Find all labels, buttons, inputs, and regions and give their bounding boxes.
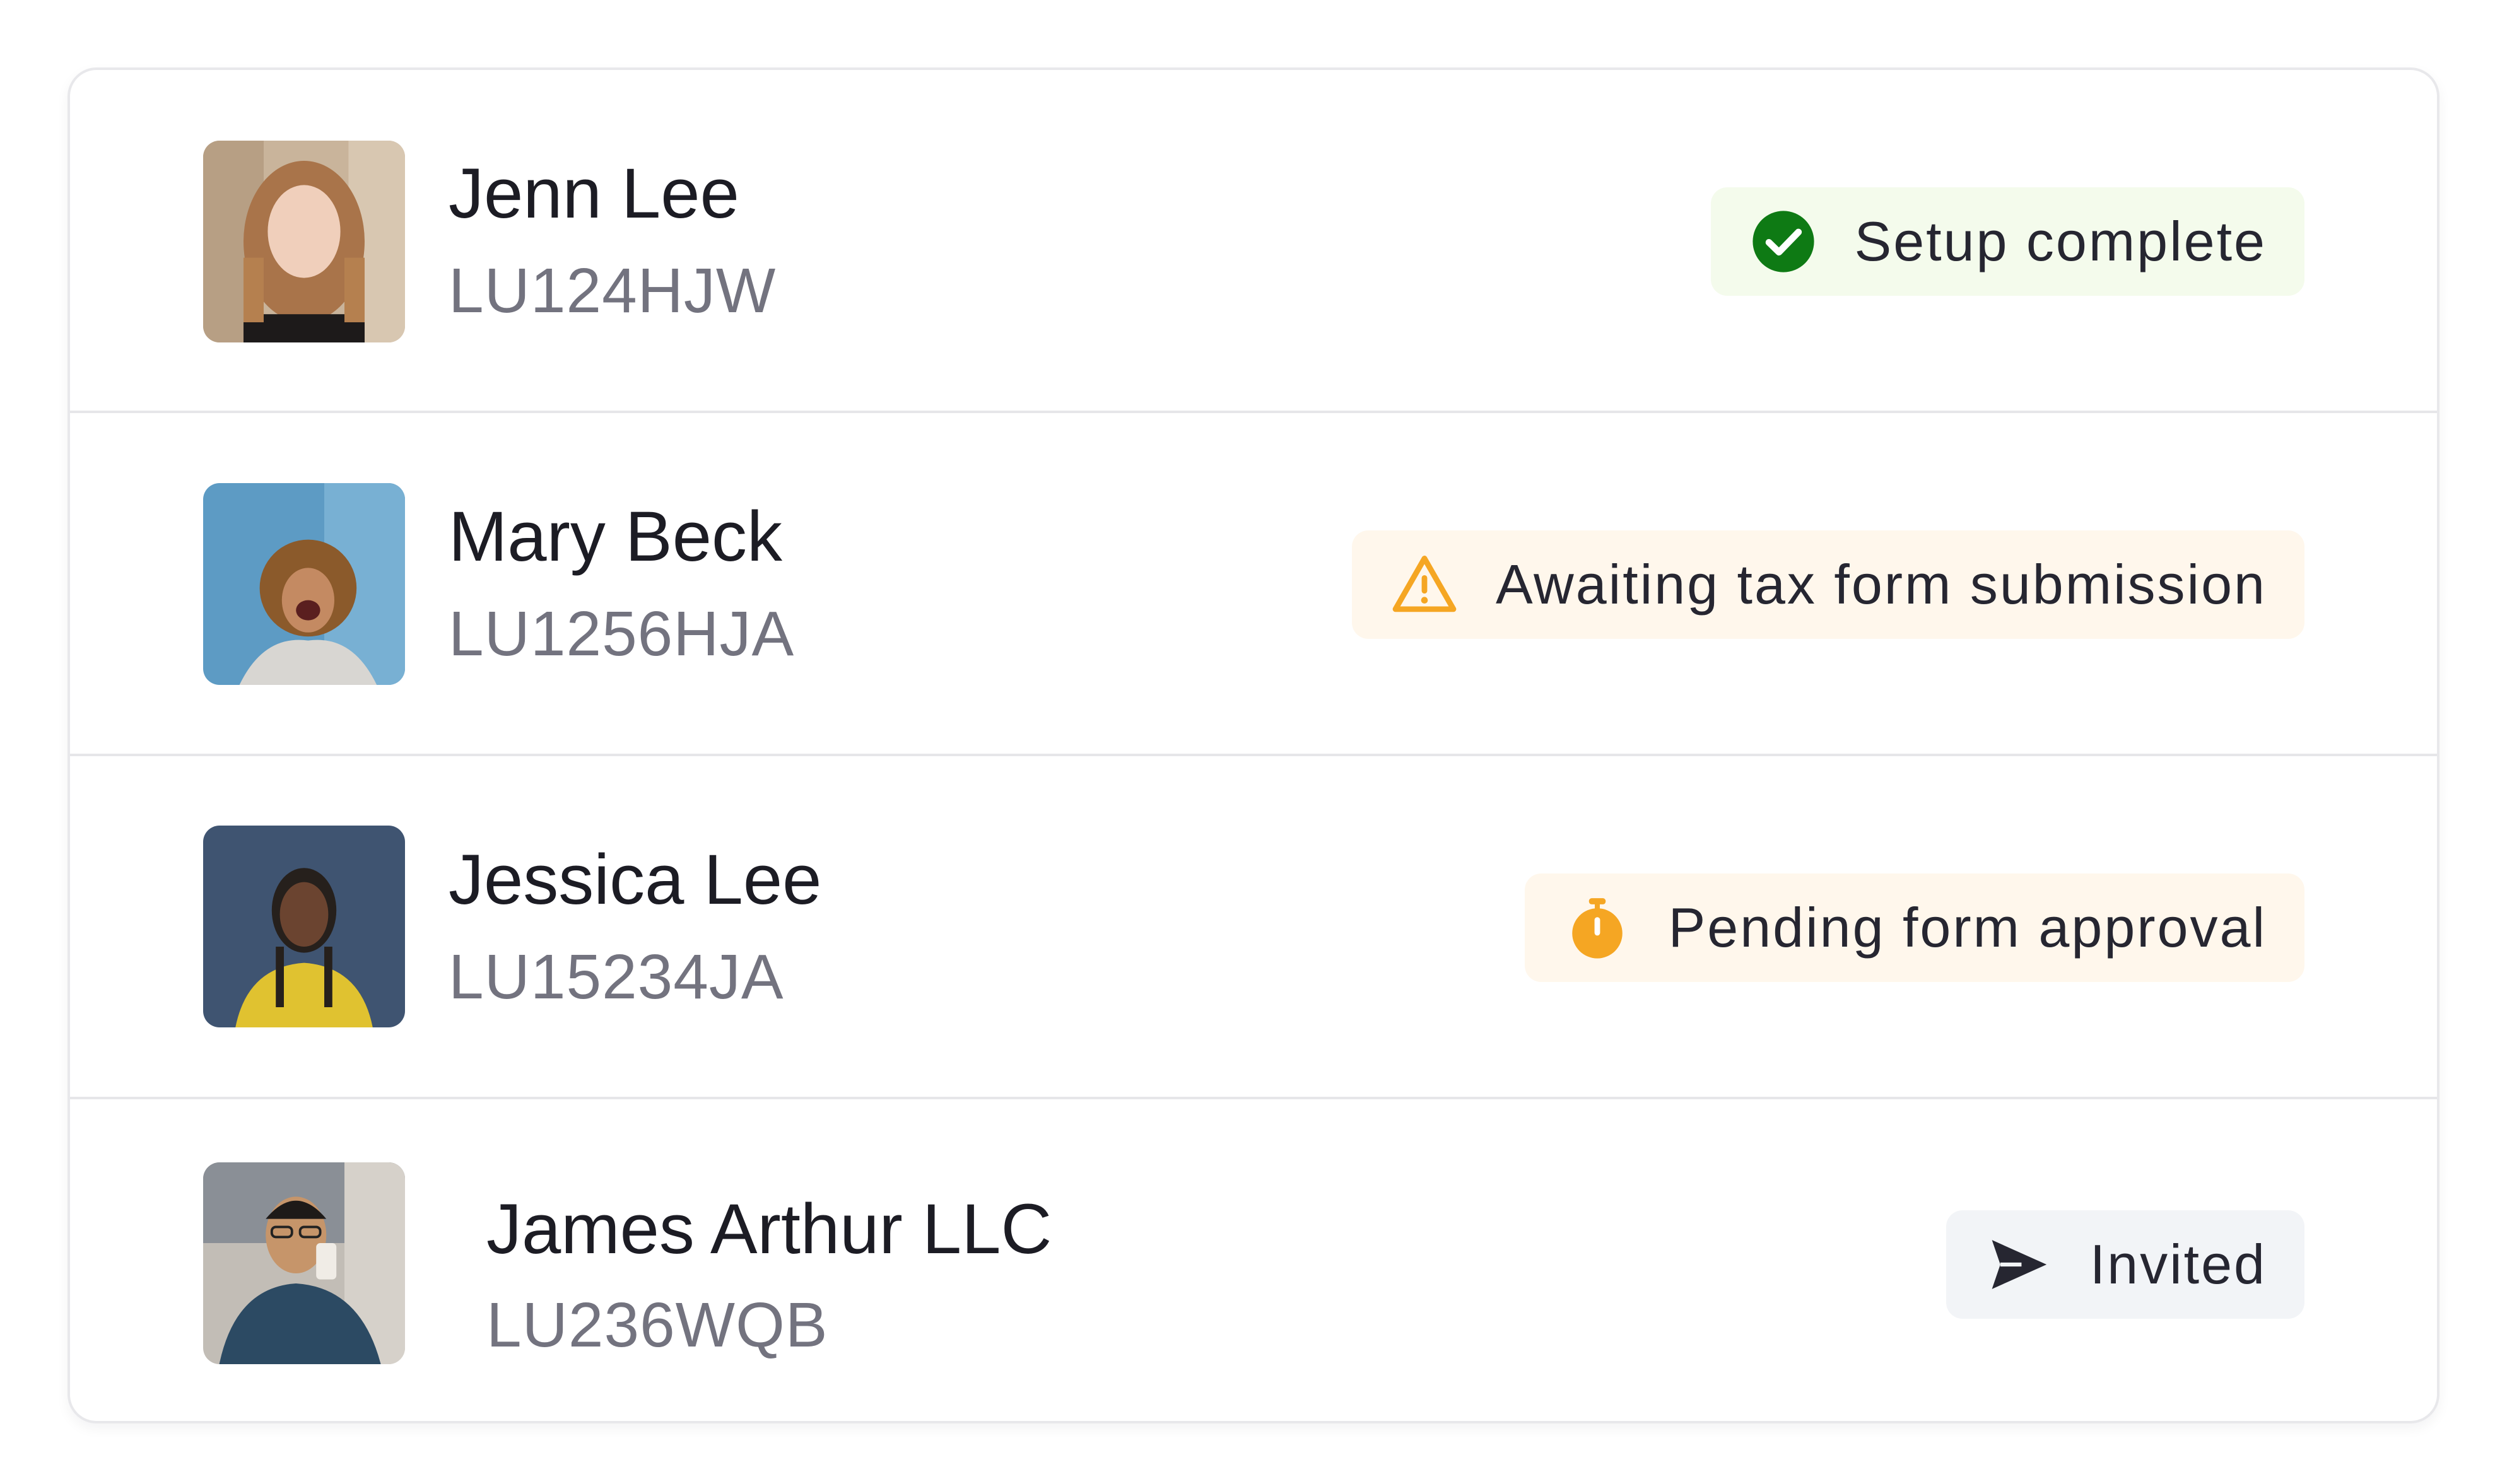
contact-code: LU1256HJA <box>449 599 795 669</box>
status-badge: Setup complete <box>1710 187 2304 296</box>
list-item[interactable]: James Arthur LLC LU236WQB Invited <box>70 1099 2437 1421</box>
list-item[interactable]: Mary Beck LU1256HJA Awaiting tax form su… <box>70 413 2437 756</box>
stopwatch-icon <box>1564 894 1631 961</box>
avatar <box>203 483 405 685</box>
send-icon <box>1985 1231 2052 1298</box>
list-item[interactable]: Jessica Lee LU15234JA Pending form appro… <box>70 756 2437 1099</box>
contact-code: LU236WQB <box>486 1290 828 1360</box>
contact-code: LU124HJW <box>449 255 777 326</box>
status-badge: Pending form approval <box>1524 873 2304 982</box>
status-label: Invited <box>2089 1233 2267 1295</box>
contact-name: Jenn Lee <box>449 154 739 233</box>
contacts-list: Jenn Lee LU124HJW Setup complete Mary Be… <box>68 67 2439 1423</box>
status-label: Awaiting tax form submission <box>1496 553 2267 616</box>
avatar <box>203 826 405 1027</box>
contact-name: James Arthur LLC <box>486 1189 1052 1268</box>
avatar <box>203 141 405 342</box>
list-item[interactable]: Jenn Lee LU124HJW Setup complete <box>70 70 2437 413</box>
status-label: Pending form approval <box>1668 896 2267 959</box>
status-badge: Awaiting tax form submission <box>1352 530 2304 639</box>
contact-name: Mary Beck <box>449 497 782 576</box>
warning-triangle-icon <box>1391 551 1458 618</box>
contact-name: Jessica Lee <box>449 840 822 919</box>
status-badge: Invited <box>1946 1210 2304 1319</box>
avatar <box>203 1162 405 1364</box>
contact-code: LU15234JA <box>449 942 784 1012</box>
status-label: Setup complete <box>1854 210 2267 272</box>
check-circle-icon <box>1750 208 1817 275</box>
